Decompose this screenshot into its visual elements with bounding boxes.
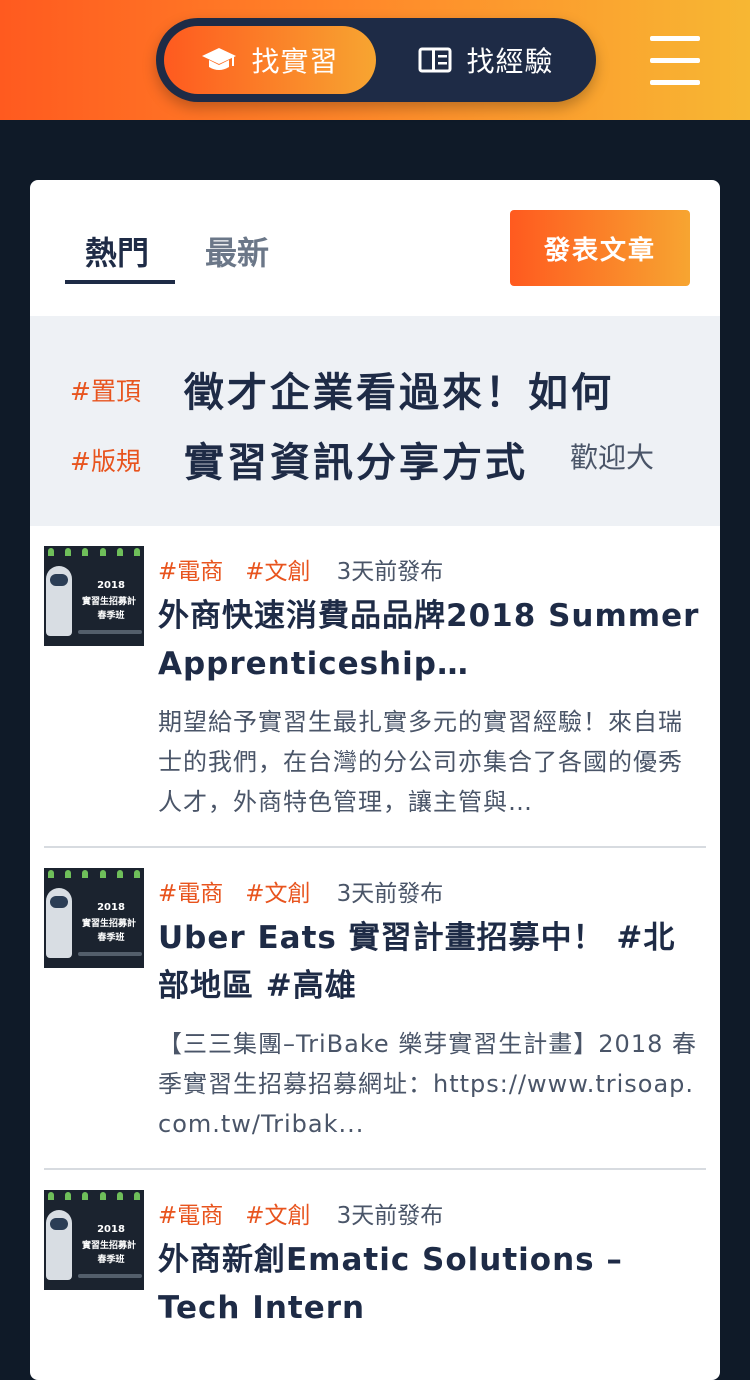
article-title[interactable]: Uber Eats 實習計畫招募中！ #北部地區 #高雄 xyxy=(158,914,706,1010)
article-thumbnail: 2018 實習生招募計 春季班 xyxy=(44,868,144,968)
pinned-title-line2: 實習資訊分享方式 xyxy=(184,440,528,486)
tab-latest[interactable]: 最新 xyxy=(205,228,269,274)
post-article-button[interactable]: 發表文章 xyxy=(510,210,690,286)
thumb-year: 2018 xyxy=(97,902,125,913)
article-tag[interactable]: #電商 xyxy=(158,559,223,585)
article-item[interactable]: 2018 實習生招募計 春季班 #電商 #文創 3天前發布 外商新創Ematic S… xyxy=(44,1190,706,1380)
tab-find-experience[interactable]: 找經驗 xyxy=(396,26,576,94)
article-thumbnail: 2018 實習生招募計 春季班 xyxy=(44,1190,144,1290)
article-tag[interactable]: #電商 xyxy=(158,1203,223,1229)
pin-tag-rules[interactable]: #版規 xyxy=(70,442,141,478)
thumb-line2: 春季班 xyxy=(97,1255,125,1265)
pinned-title-line1: 徵才企業看過來！如何 xyxy=(184,370,614,416)
thumb-year: 2018 xyxy=(97,1224,125,1235)
article-date: 3天前發布 xyxy=(336,1203,444,1229)
feed-card: 熱門 最新 發表文章 #置頂 #版規 徵才企業看過來！如何 實習資訊分享方式 歡… xyxy=(30,180,720,1380)
hamburger-menu-icon[interactable] xyxy=(650,36,700,86)
book-open-icon xyxy=(418,46,452,74)
article-thumbnail: 2018 實習生招募計 春季班 xyxy=(44,546,144,646)
article-tag[interactable]: #文創 xyxy=(245,1203,310,1229)
article-tag[interactable]: #文創 xyxy=(245,559,310,585)
article-date: 3天前發布 xyxy=(336,881,444,907)
mode-switcher: 找實習 找經驗 xyxy=(156,18,596,102)
thumb-line2: 春季班 xyxy=(97,933,125,943)
article-meta: #電商 #文創 3天前發布 xyxy=(158,552,443,586)
top-header: 找實習 找經驗 xyxy=(0,0,750,120)
pin-tag-top[interactable]: #置頂 xyxy=(70,372,141,408)
tab-find-internship-label: 找實習 xyxy=(251,45,339,78)
thumb-line1: 實習生招募計 xyxy=(81,597,136,607)
active-tab-indicator xyxy=(65,280,175,284)
article-title[interactable]: 外商快速消費品品牌2018 Summer Apprenticeship… xyxy=(158,592,706,688)
article-title[interactable]: 外商新創Ematic Solutions – Tech Intern xyxy=(158,1236,706,1332)
tab-find-experience-label: 找經驗 xyxy=(466,45,554,78)
pinned-post[interactable]: #置頂 #版規 徵才企業看過來！如何 實習資訊分享方式 歡迎大 xyxy=(30,316,720,526)
thumb-line1: 實習生招募計 xyxy=(81,1241,136,1251)
tab-find-internship[interactable]: 找實習 xyxy=(164,26,376,94)
article-item[interactable]: 2018 實習生招募計 春季班 #電商 #文創 3天前發布 Uber Eats 實習… xyxy=(44,868,706,1148)
divider xyxy=(44,1168,706,1170)
article-tag[interactable]: #電商 xyxy=(158,881,223,907)
article-meta: #電商 #文創 3天前發布 xyxy=(158,874,443,908)
thumb-line2: 春季班 xyxy=(97,611,125,621)
article-excerpt: 【三三集團–TriBake 樂芽實習生計畫】2018 春季實習生招募招募網址：h… xyxy=(158,1030,697,1138)
article-meta: #電商 #文創 3天前發布 xyxy=(158,1196,443,1230)
thumb-year: 2018 xyxy=(97,580,125,591)
article-excerpt: 期望給予實習生最扎實多元的實習經驗！來自瑞士的我們，在台灣的分公司亦集合了各國的… xyxy=(158,708,683,816)
divider xyxy=(44,846,706,848)
tab-popular[interactable]: 熱門 xyxy=(85,228,149,274)
graduation-cap-icon xyxy=(201,46,237,74)
article-item[interactable]: 2018 實習生招募計 春季班 #電商 #文創 3天前發布 外商快速消費品品牌201… xyxy=(44,546,706,826)
thumb-line1: 實習生招募計 xyxy=(81,919,136,929)
article-date: 3天前發布 xyxy=(336,559,444,585)
pinned-description: 歡迎大 xyxy=(570,441,655,474)
article-tag[interactable]: #文創 xyxy=(245,881,310,907)
